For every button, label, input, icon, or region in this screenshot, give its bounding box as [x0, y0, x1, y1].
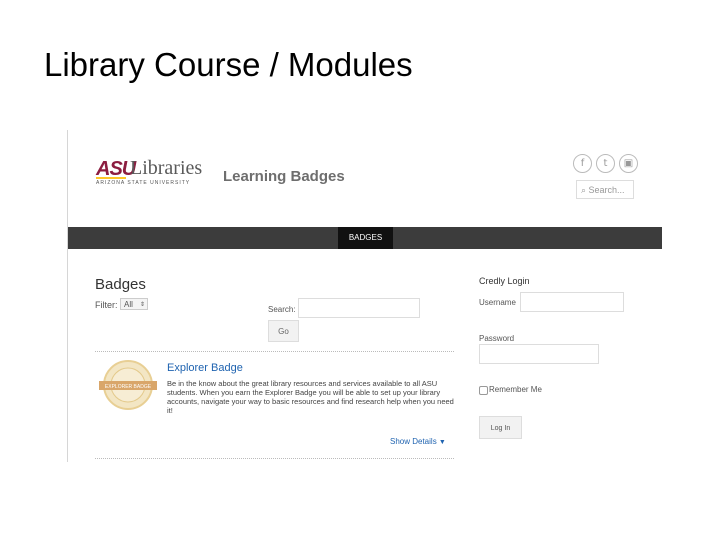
- twitter-icon[interactable]: t: [596, 154, 615, 173]
- asu-libraries-logo[interactable]: ASU Libraries ARIZONA STATE UNIVERSITY: [96, 157, 206, 188]
- divider: [95, 458, 454, 459]
- chevron-down-icon: ▼: [438, 439, 446, 446]
- logo-libraries-text: Libraries: [130, 157, 203, 179]
- site-search-input[interactable]: ⌕ Search...: [576, 180, 634, 199]
- logo-accent-bar: [96, 177, 126, 179]
- login-button[interactable]: Log In: [479, 416, 522, 439]
- badge-image-text: EXPLORER BADGE: [105, 384, 152, 390]
- slide-title: Library Course / Modules: [44, 46, 413, 83]
- show-details-link[interactable]: Show Details ▼: [390, 437, 446, 446]
- password-field[interactable]: [479, 344, 599, 364]
- password-label: Password: [479, 334, 515, 343]
- explorer-badge-image[interactable]: EXPLORER BADGE: [95, 358, 161, 412]
- select-arrows-icon: ⇕: [139, 302, 145, 308]
- badge-search-input[interactable]: [298, 298, 420, 318]
- go-button[interactable]: Go: [268, 320, 299, 342]
- username-field[interactable]: [520, 292, 624, 312]
- divider: [95, 351, 454, 352]
- credly-login-title: Credly Login: [479, 276, 530, 286]
- username-label: Username: [479, 298, 516, 307]
- logo-subtitle: ARIZONA STATE UNIVERSITY: [96, 180, 191, 186]
- facebook-icon[interactable]: f: [573, 154, 592, 173]
- badge-title[interactable]: Explorer Badge: [167, 362, 243, 374]
- filter-select-value: All: [124, 300, 133, 309]
- site-title: Learning Badges: [223, 168, 345, 185]
- badges-heading: Badges: [95, 276, 146, 293]
- tab-badges[interactable]: BADGES: [338, 227, 393, 249]
- browser-screenshot: ASU Libraries ARIZONA STATE UNIVERSITY L…: [67, 130, 662, 462]
- nav-bar: BADGES: [68, 227, 662, 249]
- show-details-label: Show Details: [390, 437, 437, 446]
- instagram-icon[interactable]: ▣: [619, 154, 638, 173]
- filter-label: Filter:: [95, 300, 118, 310]
- remember-me-label: Remember Me: [489, 385, 542, 394]
- remember-me-checkbox[interactable]: [479, 386, 488, 395]
- badge-search-label: Search:: [268, 305, 296, 314]
- filter-select[interactable]: All ⇕: [120, 298, 148, 310]
- badge-description: Be in the know about the great library r…: [167, 379, 454, 415]
